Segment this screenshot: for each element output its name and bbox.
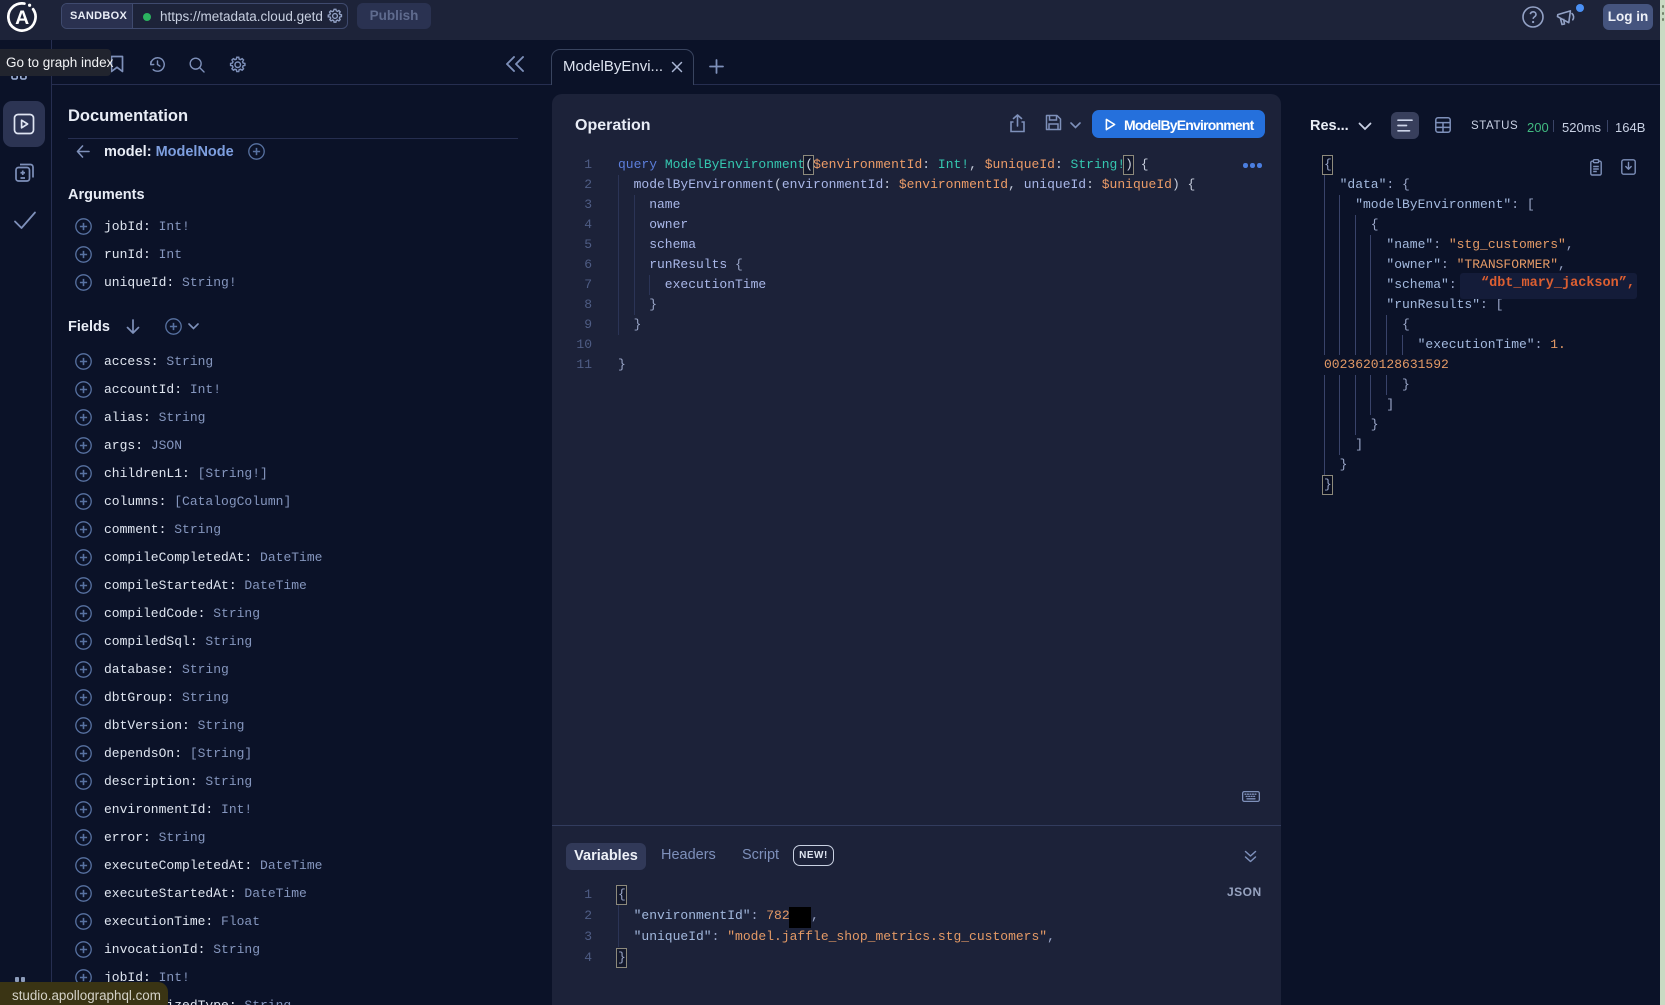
- svg-text:A: A: [15, 7, 29, 29]
